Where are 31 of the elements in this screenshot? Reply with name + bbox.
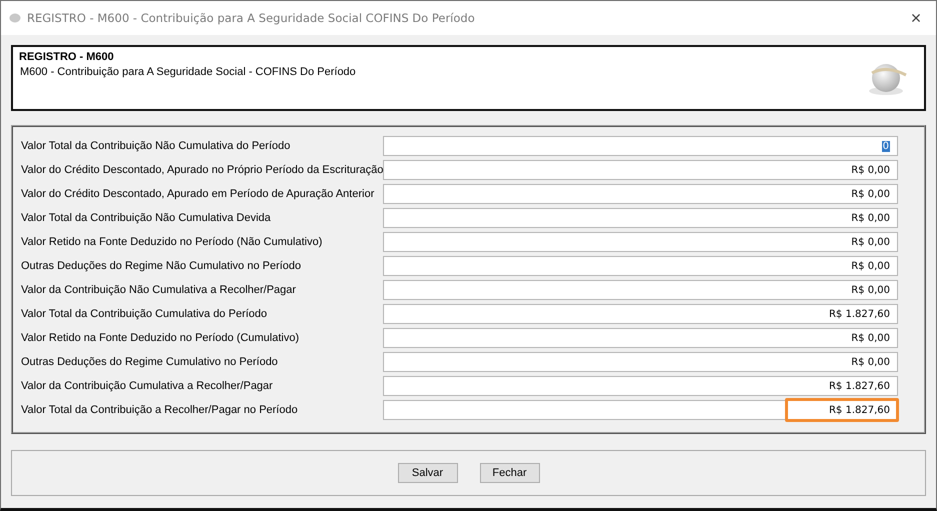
field-label: Valor Total da Contribuição Não Cumulativa Devida <box>21 212 272 224</box>
value-field[interactable]: R$ 0,00 <box>383 232 898 252</box>
record-subtitle: M600 - Contribuição para A Seguridade Social - COFINS Do Período <box>19 66 357 78</box>
value-field[interactable]: R$ 1.827,60 <box>383 376 898 396</box>
value-field[interactable]: R$ 0,00 <box>383 208 898 228</box>
field-label: Valor da Contribuição Não Cumulativa a Recolher/Pagar <box>21 284 297 296</box>
value-field[interactable]: R$ 0,00 <box>383 328 898 348</box>
field-label: Valor Total da Contribuição Cumulativa do Período <box>21 308 268 320</box>
field-label: Valor da Contribuição Cumulativa a Recolher/Pagar <box>21 380 274 392</box>
dialog-button[interactable]: Salvar <box>398 463 458 483</box>
field-label: Valor Total da Contribuição Não Cumulativa do Período <box>21 140 292 152</box>
record-title: REGISTRO - M600 <box>19 51 115 63</box>
field-label: Valor Retido na Fonte Deduzido no Período (Não Cumulativo) <box>21 236 324 248</box>
dialog-button[interactable]: Fechar <box>480 463 540 483</box>
app-icon <box>9 13 21 23</box>
value-field[interactable]: R$ 0,00 <box>383 280 898 300</box>
field-label: Valor Total da Contribuição a Recolher/Pagar no Período <box>21 404 299 416</box>
window-title: REGISTRO - M600 - Contribuição para A Seguridade Social COFINS Do Período <box>27 11 476 25</box>
value-field[interactable]: 0 <box>383 136 898 156</box>
value-field[interactable]: R$ 1.827,60 <box>383 400 898 420</box>
value-field[interactable]: R$ 0,00 <box>383 184 898 204</box>
field-label: Outras Deduções do Regime Não Cumulativo no Período <box>21 260 302 272</box>
value-field[interactable]: R$ 1.827,60 <box>383 304 898 324</box>
close-button[interactable]: × <box>896 6 936 30</box>
value-field[interactable]: R$ 0,00 <box>383 352 898 372</box>
field-label: Valor Retido na Fonte Deduzido no Período (Cumulativo) <box>21 332 300 344</box>
field-label: Valor do Crédito Descontado, Apurado no Próprio Período da Escrituração <box>21 164 383 176</box>
value-field[interactable]: R$ 0,00 <box>383 160 898 180</box>
value-field[interactable]: R$ 0,00 <box>383 256 898 276</box>
field-label: Valor do Crédito Descontado, Apurado em Período de Apuração Anterior <box>21 188 376 200</box>
field-label: Outras Deduções do Regime Cumulativo no Período <box>21 356 279 368</box>
